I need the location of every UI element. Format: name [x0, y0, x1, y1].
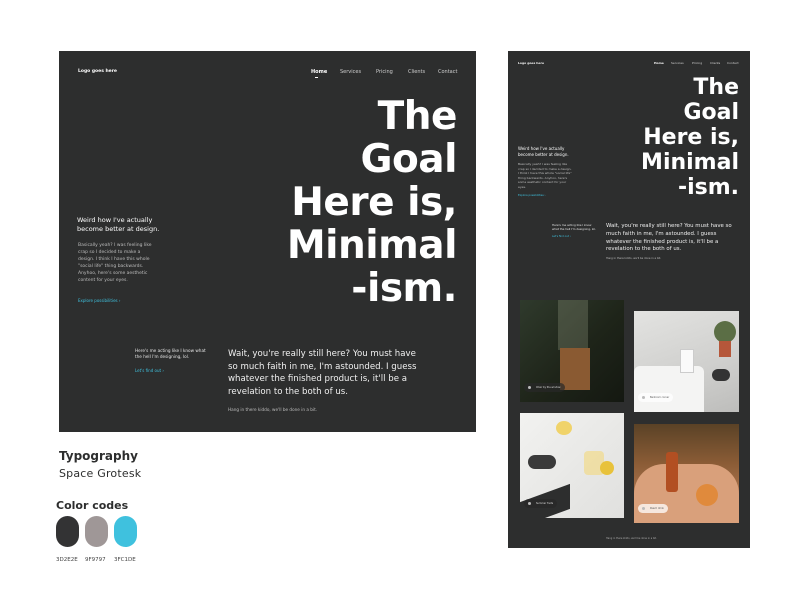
- lead-text: Weird how I've actually become better at…: [77, 216, 160, 233]
- box-shape: [680, 349, 694, 373]
- footnote: Hang in there kiddo, we'll be done in a …: [606, 257, 662, 260]
- hero-line: Minimal: [286, 223, 458, 268]
- desktop-mockup: Logo goes here Home Services Pricing Cli…: [59, 51, 476, 432]
- hero-line: Here is,: [291, 180, 457, 225]
- typography-label: Typography: [59, 449, 138, 463]
- find-out-link[interactable]: Let's find out ›: [552, 235, 571, 238]
- bottle-shape: [666, 452, 678, 492]
- hero-line: -ism.: [351, 266, 457, 311]
- nav-pricing[interactable]: Pricing: [692, 61, 702, 65]
- nav-home[interactable]: Home: [654, 61, 664, 65]
- wait-paragraph: Wait, you're really still here? You must…: [606, 223, 732, 253]
- nav-clients[interactable]: Clients: [710, 61, 720, 65]
- tag-dot-icon: [528, 502, 531, 505]
- nav-contact[interactable]: Contact: [438, 69, 457, 75]
- body-text: Basically yeah? I was feeling like crap …: [78, 243, 152, 283]
- photo-peach[interactable]: Peach drink: [634, 424, 739, 523]
- hero-line: The: [377, 94, 458, 139]
- tag-dot-icon: [642, 507, 645, 510]
- swatch-cyan: [114, 516, 137, 547]
- hero-line: Minimal: [641, 150, 739, 175]
- explore-link[interactable]: Explore possibilities ›: [78, 298, 121, 303]
- page-mockup-long: Logo goes here Home Services Pricing Cli…: [508, 51, 750, 548]
- photo-tag[interactable]: Bedroom corner: [638, 393, 674, 402]
- logo[interactable]: Logo goes here: [78, 69, 117, 74]
- sunglasses-shape: [528, 455, 556, 469]
- nav-clients[interactable]: Clients: [408, 69, 425, 75]
- tag-dot-icon: [528, 386, 531, 389]
- tag-label: Bedroom corner: [650, 396, 670, 399]
- photo-tag[interactable]: Chair by the window: [524, 383, 565, 392]
- footnote: Hang in there kiddo, we'll be done in a …: [228, 407, 318, 412]
- hero-heading: The Goal Here is, Minimal -ism.: [641, 75, 739, 200]
- wait-paragraph: Wait, you're really still here? You must…: [228, 349, 417, 397]
- hero-heading: The Goal Here is, Minimal -ism.: [286, 94, 458, 311]
- headphones-shape: [712, 369, 730, 381]
- nav-pricing[interactable]: Pricing: [376, 69, 393, 75]
- small-text: Here's me acting like I know what the he…: [135, 348, 206, 359]
- nav-contact[interactable]: Contact: [727, 61, 739, 65]
- lemon-shape: [556, 421, 572, 435]
- nav-services[interactable]: Services: [671, 61, 684, 65]
- fabric-shape: [634, 464, 739, 523]
- window-light: [558, 300, 588, 350]
- hero-line: Goal: [360, 137, 458, 182]
- nav-home[interactable]: Home: [311, 69, 327, 75]
- typography-font: Space Grotesk: [59, 467, 142, 480]
- pot-shape: [719, 341, 731, 357]
- photo-tag[interactable]: Summer fruits: [524, 499, 558, 508]
- nav-active-indicator: [315, 77, 318, 78]
- photo-bedroom[interactable]: Bedroom corner: [634, 311, 739, 412]
- photo-tag[interactable]: Peach drink: [638, 504, 668, 513]
- swatch-gray: [85, 516, 108, 547]
- tag-label: Peach drink: [650, 507, 664, 510]
- peach-shape: [696, 484, 718, 506]
- lead-text: Weird how I've actually become better at…: [518, 146, 569, 157]
- hero-line: -ism.: [677, 175, 739, 200]
- swatch-code: 9F9797: [85, 557, 106, 563]
- hero-line: Here is,: [643, 125, 739, 150]
- page-footer: Hang in there kiddo, we'll be done in a …: [606, 537, 657, 540]
- hero-line: The: [693, 75, 739, 100]
- color-codes-label: Color codes: [56, 499, 129, 512]
- photo-summer[interactable]: Summer fruits: [520, 413, 624, 518]
- swatch-code: 3D2E2E: [56, 557, 78, 563]
- swatch-dark: [56, 516, 79, 547]
- photo-chair[interactable]: Chair by the window: [520, 300, 624, 402]
- tag-label: Chair by the window: [536, 386, 561, 389]
- explore-link[interactable]: Explore possibilities ›: [518, 194, 546, 197]
- swatch-code: 3FC1DE: [114, 557, 136, 563]
- tag-dot-icon: [642, 396, 645, 399]
- body-text: Basically yeah? I was feeling like crap …: [518, 162, 572, 189]
- plant-shape: [714, 321, 736, 343]
- hero-line: Goal: [683, 100, 739, 125]
- find-out-link[interactable]: Let's find out ›: [135, 368, 164, 373]
- nav-services[interactable]: Services: [340, 69, 361, 75]
- small-text: Here's me acting like I know what the he…: [552, 223, 596, 231]
- tag-label: Summer fruits: [536, 502, 554, 505]
- chair-shape: [560, 348, 590, 390]
- lemon-shape: [600, 461, 614, 475]
- logo[interactable]: Logo goes here: [518, 61, 544, 65]
